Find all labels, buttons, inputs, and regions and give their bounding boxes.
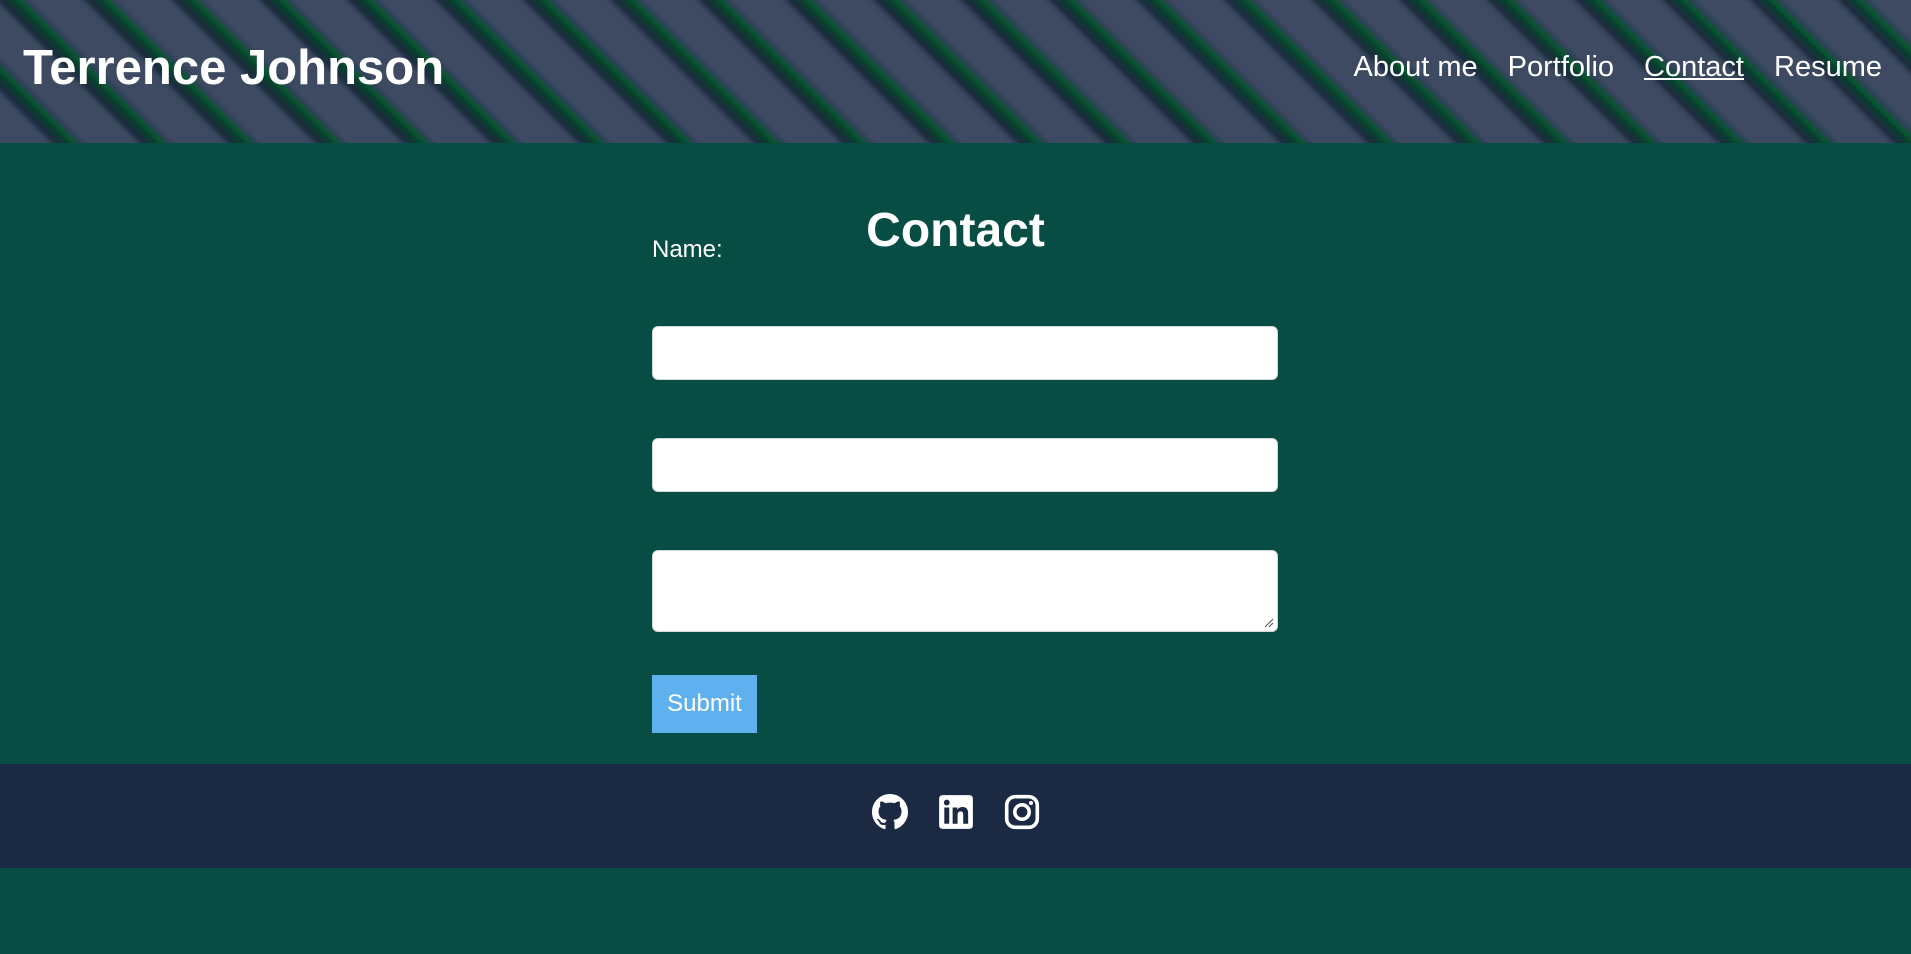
submit-button[interactable]: Submit	[652, 675, 757, 733]
linkedin-icon	[938, 795, 973, 829]
nav-portfolio[interactable]: Portfolio	[1508, 50, 1614, 84]
contact-form: Name: Email address: Message: Submit	[652, 143, 1278, 764]
main-nav: About me Portfolio Contact Resume	[1354, 50, 1882, 84]
nav-contact[interactable]: Contact	[1644, 50, 1744, 84]
instagram-link[interactable]	[1004, 794, 1040, 830]
github-icon	[871, 794, 908, 830]
contact-section: Contact Name: Email address: Message: Su…	[0, 143, 1911, 764]
github-link[interactable]	[871, 794, 908, 830]
linkedin-link[interactable]	[938, 794, 974, 830]
message-label: Message:	[652, 460, 757, 487]
nav-resume[interactable]: Resume	[1774, 50, 1882, 84]
message-textarea[interactable]	[652, 550, 1278, 632]
name-label: Name:	[652, 236, 723, 263]
nav-about-me[interactable]: About me	[1354, 50, 1478, 84]
site-title: Terrence Johnson	[23, 41, 445, 95]
email-label: Email address:	[652, 348, 811, 375]
site-header: Terrence Johnson About me Portfolio Cont…	[0, 0, 1911, 143]
message-wrapper	[652, 550, 1278, 632]
instagram-icon	[1004, 794, 1039, 830]
site-footer	[0, 764, 1911, 868]
social-links	[0, 794, 1911, 830]
